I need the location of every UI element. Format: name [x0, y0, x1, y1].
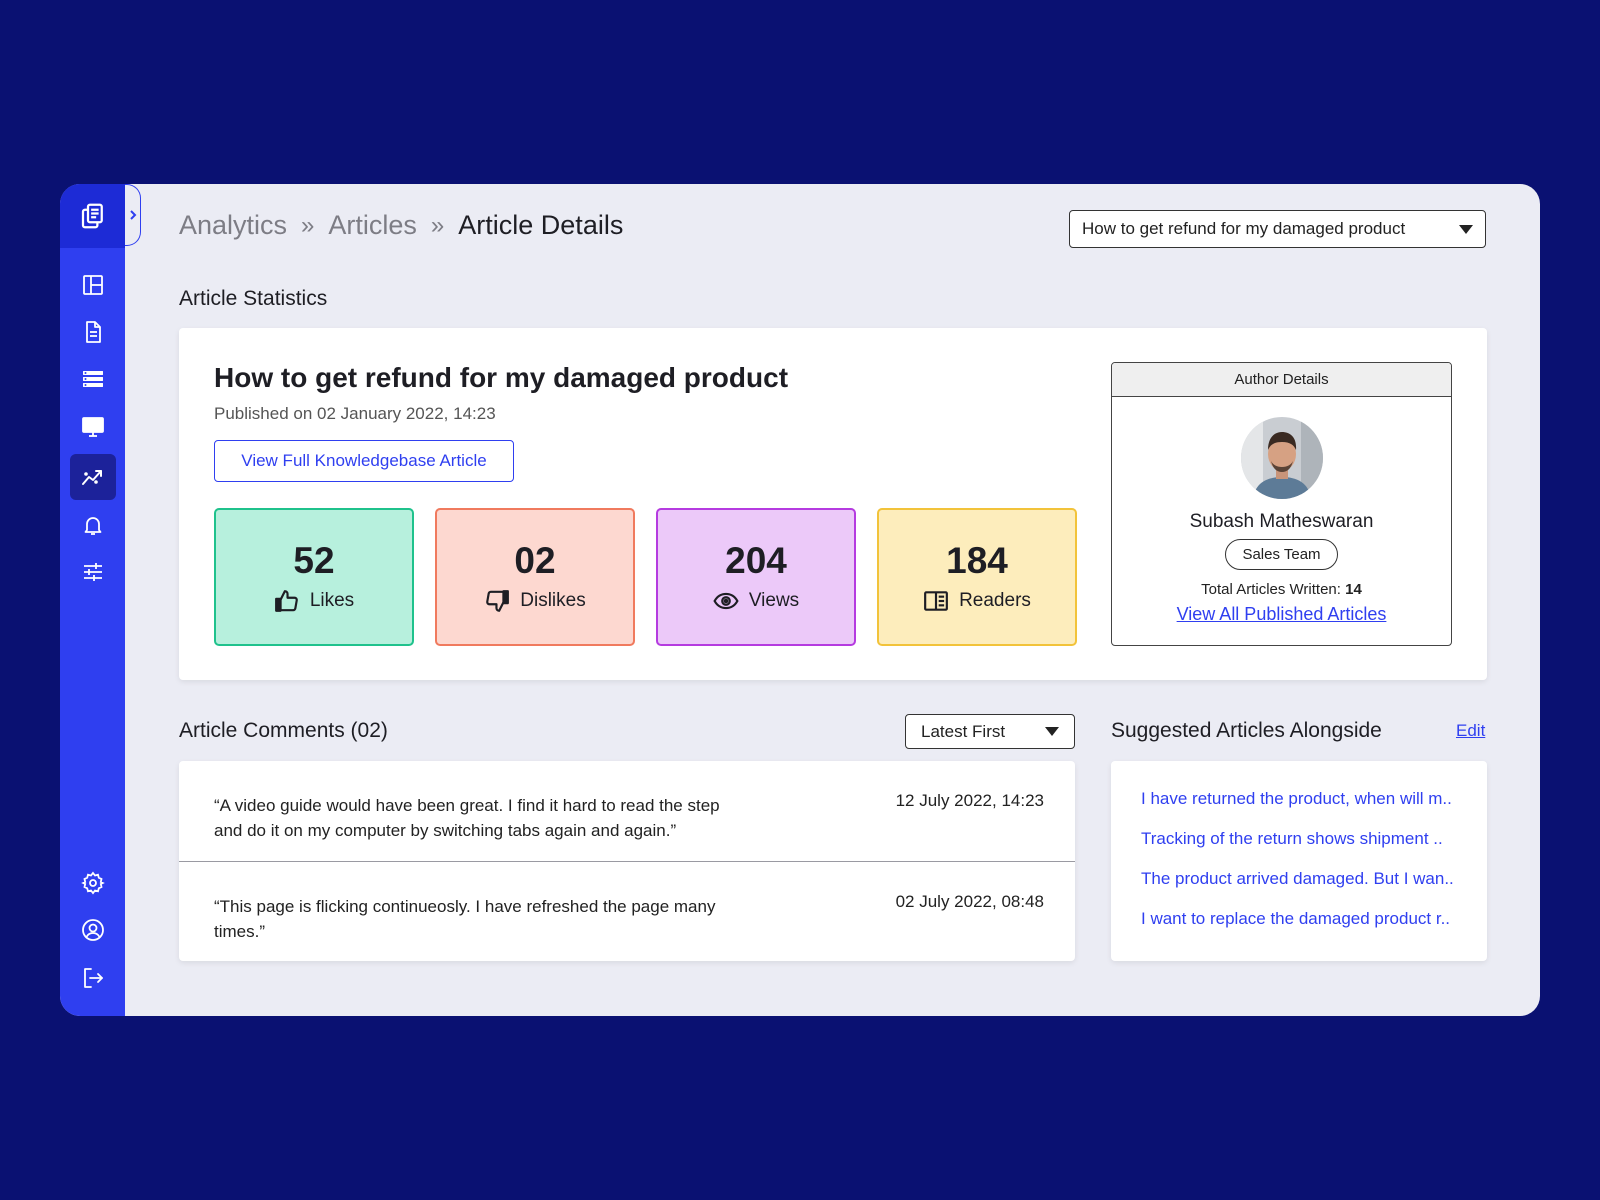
caret-down-icon — [1045, 727, 1059, 736]
sidebar-item-profile[interactable] — [70, 907, 116, 953]
sidebar-toggle[interactable] — [125, 184, 141, 246]
list-item: “This page is flicking continueosly. I h… — [179, 861, 1075, 961]
comment-time: 12 July 2022, 14:23 — [895, 791, 1044, 810]
comments-list: “A video guide would have been great. I … — [179, 761, 1075, 961]
list-item: “A video guide would have been great. I … — [179, 761, 1075, 861]
stat-views: 204 Views — [656, 508, 856, 646]
monitor-icon — [82, 417, 104, 437]
article-select[interactable]: How to get refund for my damaged product — [1069, 210, 1486, 248]
author-name: Subash Matheswaran — [1189, 511, 1374, 532]
article-title: How to get refund for my damaged product — [214, 362, 789, 393]
sidebar-item-monitor[interactable] — [70, 404, 116, 450]
document-icon — [86, 321, 101, 343]
edit-suggested-link[interactable]: Edit — [1456, 721, 1485, 741]
comment-sort-select[interactable]: Latest First — [905, 714, 1075, 749]
published-date: Published on 02 January 2022, 14:23 — [214, 404, 496, 423]
avatar — [1241, 417, 1323, 499]
readers-label: Readers — [959, 590, 1031, 611]
book-icon — [924, 591, 948, 611]
breadcrumb: Analytics » Articles » Article Details — [179, 210, 623, 241]
breadcrumb-current: Article Details — [458, 210, 624, 240]
breadcrumb-articles[interactable]: Articles — [328, 210, 417, 241]
comment-time: 02 July 2022, 08:48 — [895, 892, 1044, 911]
sort-select-value: Latest First — [921, 721, 1006, 741]
analytics-icon — [82, 470, 102, 485]
dislikes-count: 02 — [514, 540, 556, 581]
sidebar-item-notifications[interactable] — [70, 502, 116, 548]
user-icon — [82, 919, 104, 941]
likes-count: 52 — [293, 540, 335, 581]
total-articles: Total Articles Written: 14 — [1112, 581, 1451, 598]
suggested-article-link[interactable]: I have returned the product, when will m… — [1111, 789, 1487, 829]
sidebar-item-settings[interactable] — [70, 860, 116, 906]
view-full-article-button[interactable]: View Full Knowledgebase Article — [214, 440, 514, 482]
view-all-articles-link[interactable]: View All Published Articles — [1112, 604, 1451, 625]
readers-count: 184 — [946, 540, 1008, 581]
section-title-comments: Article Comments (02) — [179, 719, 388, 742]
app-logo[interactable] — [60, 184, 125, 248]
sidebar — [60, 184, 125, 1016]
total-articles-value: 14 — [1345, 581, 1362, 598]
sidebar-item-list[interactable] — [70, 356, 116, 402]
section-title-statistics: Article Statistics — [179, 287, 328, 310]
comment-text: “A video guide would have been great. I … — [214, 796, 720, 840]
double-chevron-icon: » — [430, 211, 445, 239]
sliders-icon — [84, 563, 102, 581]
article-select-value: How to get refund for my damaged product — [1082, 219, 1406, 238]
team-badge: Sales Team — [1225, 539, 1338, 570]
suggested-article-link[interactable]: Tracking of the return shows shipment .. — [1111, 829, 1487, 869]
dislikes-label: Dislikes — [520, 590, 586, 611]
bell-icon — [84, 517, 102, 535]
views-label: Views — [748, 590, 800, 611]
thumbs-down-icon — [486, 590, 510, 612]
statistics-card: How to get refund for my damaged product… — [179, 328, 1487, 680]
stat-dislikes: 02 Dislikes — [435, 508, 635, 646]
stat-likes: 52 Likes — [214, 508, 414, 646]
double-chevron-icon: » — [301, 211, 315, 239]
likes-label: Likes — [309, 590, 355, 611]
caret-down-icon — [1459, 224, 1473, 234]
suggested-article-link[interactable]: The product arrived damaged. But I wan.. — [1111, 869, 1487, 909]
comment-text: “This page is flicking continueosly. I h… — [214, 897, 716, 941]
copy-docs-icon — [81, 203, 103, 229]
section-title-suggested: Suggested Articles Alongside — [1111, 719, 1382, 742]
gear-icon — [81, 871, 105, 895]
total-articles-label: Total Articles Written: — [1201, 581, 1341, 598]
app-window: Analytics » Articles » Article Details H… — [60, 184, 1540, 1016]
sidebar-item-filters[interactable] — [70, 549, 116, 595]
sidebar-item-logout[interactable] — [70, 955, 116, 1001]
thumbs-up-icon — [274, 590, 298, 612]
breadcrumb-analytics[interactable]: Analytics — [179, 210, 287, 241]
sidebar-item-dashboard[interactable] — [70, 262, 116, 308]
sidebar-item-analytics[interactable] — [70, 454, 116, 500]
author-details-heading: Author Details — [1112, 363, 1451, 397]
suggested-articles-list: I have returned the product, when will m… — [1111, 761, 1487, 961]
suggested-article-link[interactable]: I want to replace the damaged product r.… — [1111, 909, 1487, 949]
author-details-panel: Author Details Subash Matheswaran Sales … — [1111, 362, 1452, 646]
sidebar-item-documents[interactable] — [70, 309, 116, 355]
list-icon — [83, 371, 103, 387]
stat-readers: 184 Readers — [877, 508, 1077, 646]
logout-icon — [84, 968, 103, 988]
chevron-right-icon — [129, 210, 136, 220]
dashboard-icon — [83, 275, 103, 295]
views-count: 204 — [725, 540, 787, 581]
eye-icon — [713, 592, 739, 610]
